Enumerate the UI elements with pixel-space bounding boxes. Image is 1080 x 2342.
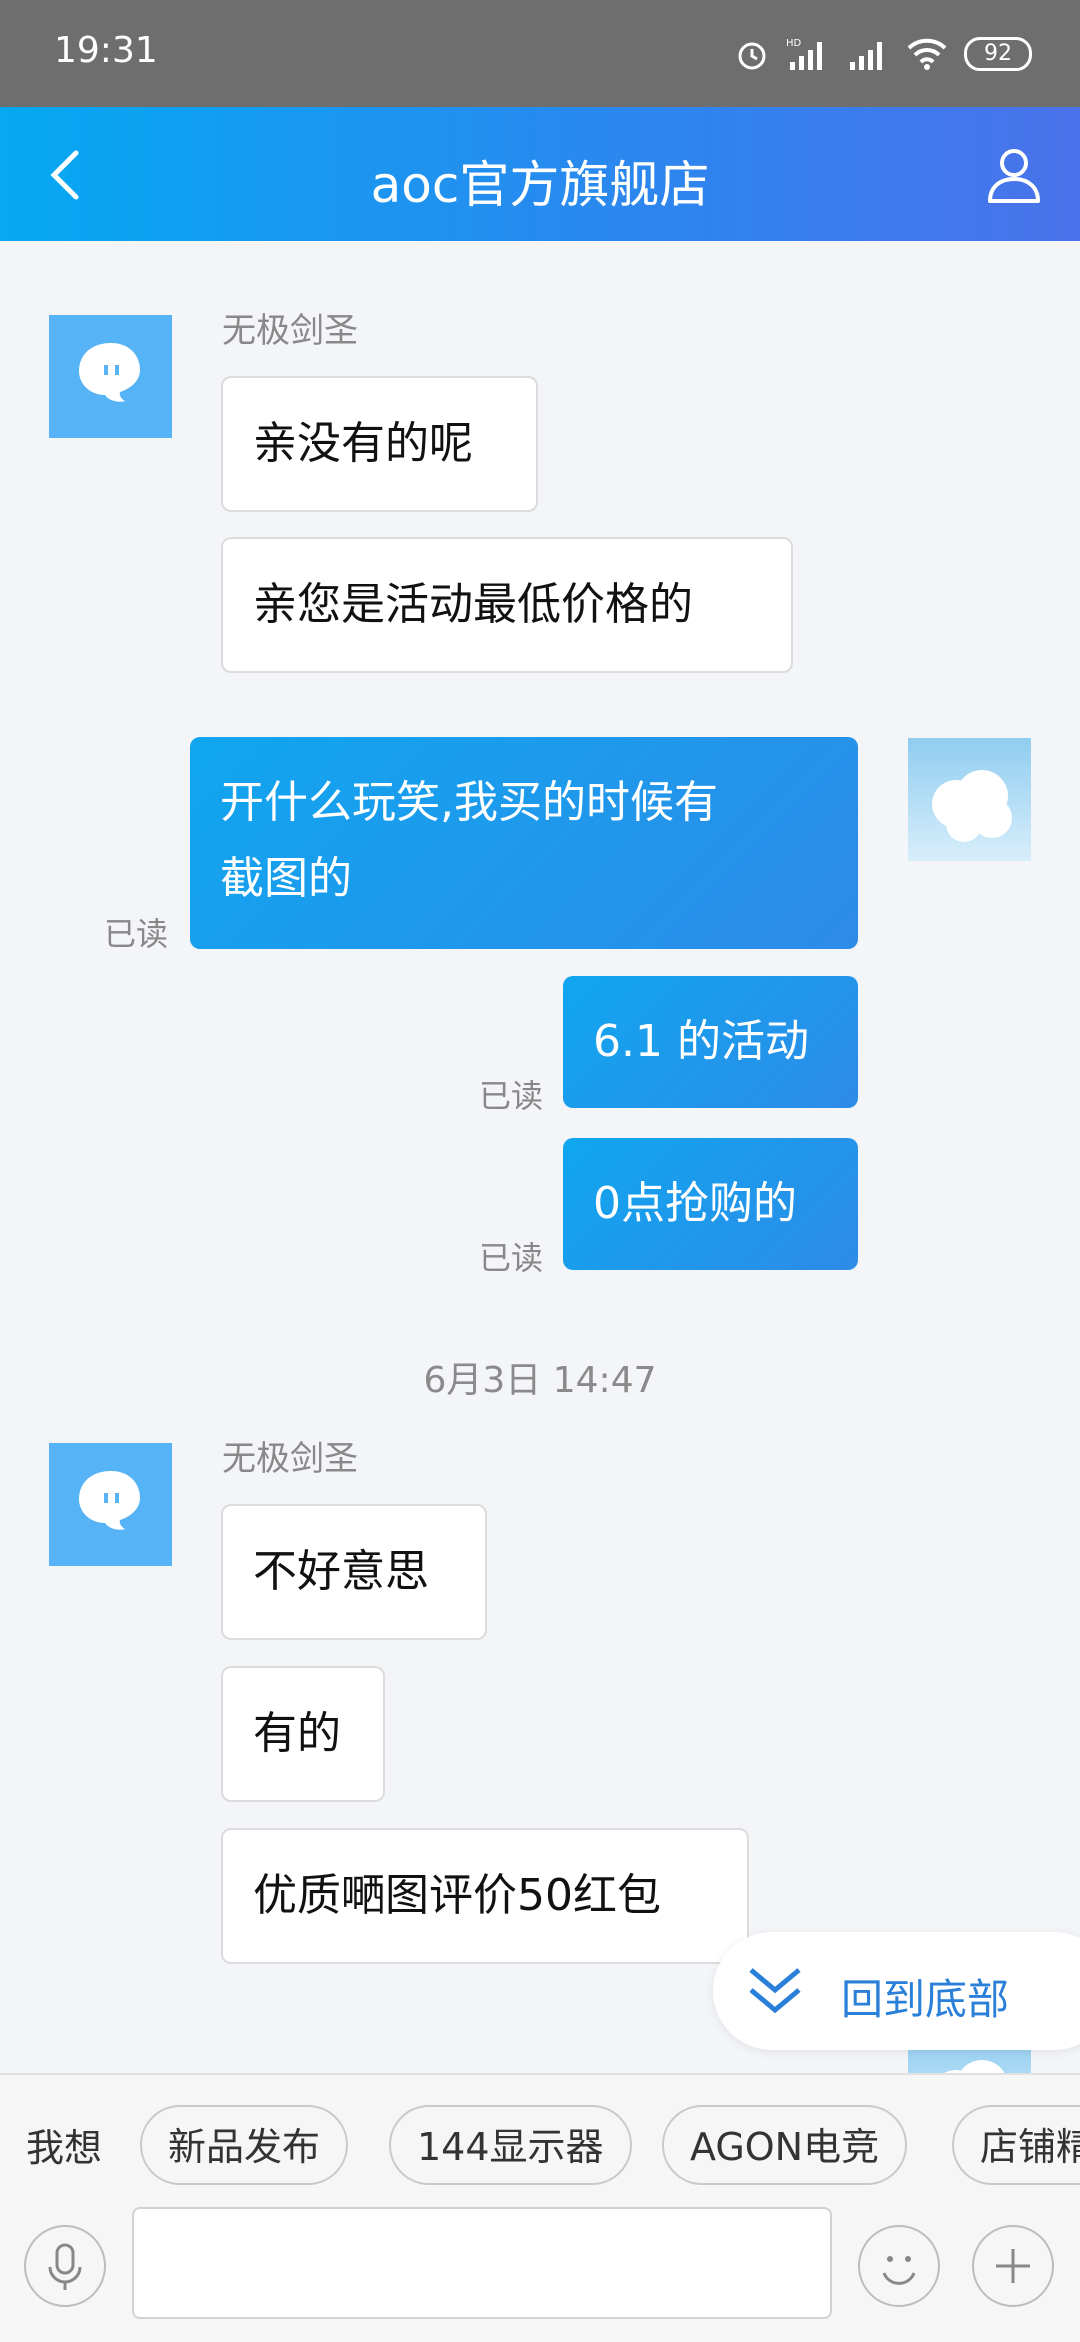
read-receipt: 已读: [479, 1239, 544, 1277]
plus-icon: [996, 2249, 1030, 2283]
quick-reply-label: 我想: [26, 2126, 103, 2170]
scroll-to-bottom-label: 回到底部: [841, 1975, 1010, 2024]
chat-area[interactable]: 无极剑圣 亲没有的呢 亲您是活动最低价格的 开什么玩笑,我买的时候有 截图的 已…: [0, 241, 1080, 2073]
quick-reply-chip[interactable]: AGON电竞: [662, 2105, 908, 2185]
sender-name: 无极剑圣: [222, 1439, 358, 1479]
signal-icon: [850, 42, 882, 70]
shop-avatar[interactable]: [49, 1443, 172, 1566]
read-receipt: 已读: [104, 915, 169, 953]
my-message-bubble[interactable]: 0点抢购的: [563, 1138, 858, 1270]
user-avatar[interactable]: [908, 738, 1031, 861]
message-line: 开什么玩笑,我买的时候有: [220, 777, 718, 828]
message-bubble[interactable]: 亲您是活动最低价格的: [221, 537, 793, 673]
message-input[interactable]: [132, 2207, 832, 2319]
quick-reply-chip[interactable]: 新品发布: [140, 2105, 349, 2185]
quick-reply-chip[interactable]: 店铺精: [952, 2105, 1080, 2185]
chat-header: aoc官方旗舰店: [0, 107, 1080, 241]
message-line: 截图的: [220, 853, 352, 904]
message-timestamp: 6月3日 14:47: [423, 1360, 657, 1401]
hd-signal-icon: HD: [786, 38, 822, 70]
message-bubble[interactable]: 亲没有的呢: [221, 376, 538, 512]
chat-bubble-logo-icon: [79, 1471, 140, 1530]
microphone-icon: [48, 2243, 82, 2290]
quick-reply-chip[interactable]: 144显示器: [389, 2105, 632, 2185]
sender-name: 无极剑圣: [222, 311, 358, 351]
cloud-icon: [932, 770, 1012, 842]
my-message-bubble[interactable]: 6.1 的活动: [563, 976, 858, 1108]
more-button[interactable]: [972, 2225, 1054, 2307]
emoji-button[interactable]: [858, 2225, 940, 2307]
double-chevron-down-icon: [749, 1968, 801, 2014]
status-bar: 19:31 HD 92: [0, 0, 1080, 107]
shop-avatar[interactable]: [49, 315, 172, 438]
message-bubble[interactable]: 优质嗮图评价50红包: [221, 1828, 749, 1964]
shop-title: aoc官方旗舰店: [370, 156, 710, 214]
scroll-to-bottom-button[interactable]: 回到底部: [713, 1932, 1080, 2050]
alarm-icon: [738, 42, 766, 70]
voice-button[interactable]: [24, 2225, 106, 2307]
status-time: 19:31: [54, 30, 158, 71]
status-icons: HD 92: [734, 30, 1032, 78]
wifi-icon: [907, 38, 947, 70]
svg-text:HD: HD: [786, 38, 802, 49]
message-bubble[interactable]: 不好意思: [221, 1504, 487, 1640]
message-bubble[interactable]: 有的: [221, 1666, 385, 1802]
my-message-bubble[interactable]: 开什么玩笑,我买的时候有 截图的: [190, 737, 858, 949]
smiley-icon: [882, 2256, 916, 2285]
read-receipt: 已读: [479, 1077, 544, 1115]
profile-icon[interactable]: [984, 145, 1044, 205]
chat-bubble-logo-icon: [79, 343, 140, 402]
input-panel: 我想 新品发布 144显示器 AGON电竞 店铺精: [0, 2073, 1080, 2342]
battery-icon: 92: [964, 37, 1032, 71]
